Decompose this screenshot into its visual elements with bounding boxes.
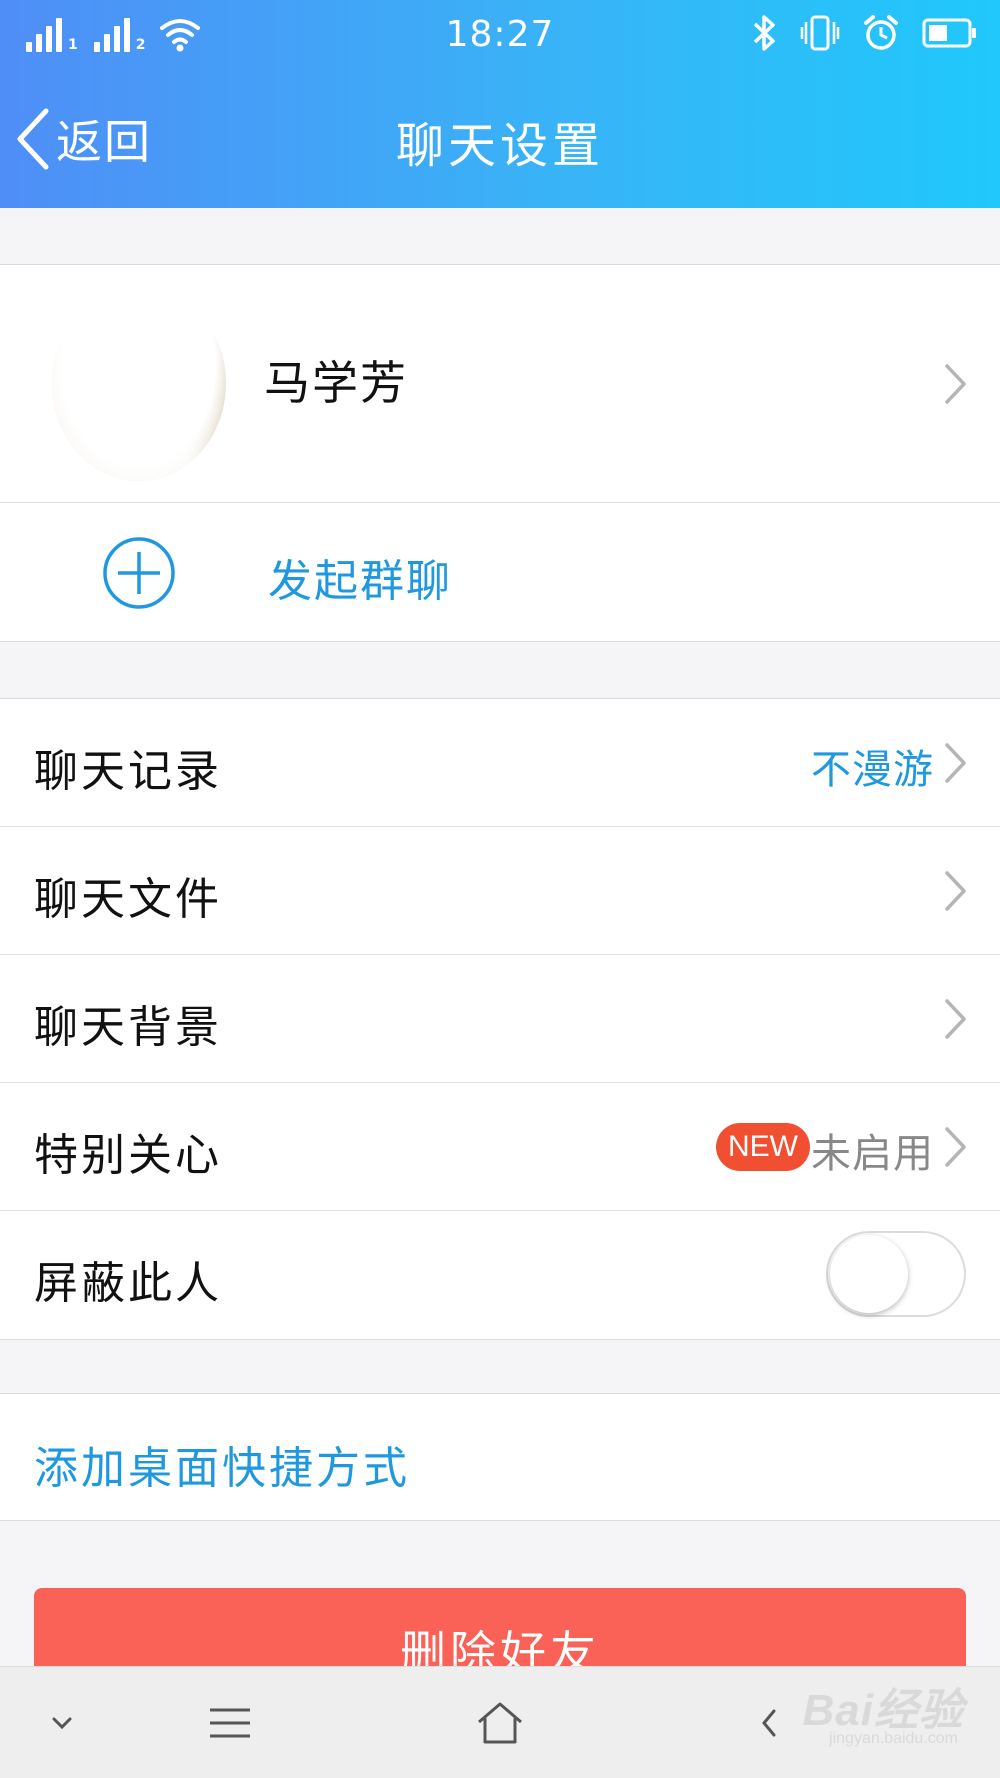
status-right: [752, 14, 978, 52]
watermark-main: Bai经验: [802, 1686, 964, 1735]
chat-files-row[interactable]: 聊天文件: [0, 827, 1000, 955]
start-group-chat-label: 发起群聊: [268, 556, 452, 607]
vibrate-icon: [800, 15, 840, 51]
chevron-right-icon: [945, 870, 966, 911]
chat-background-label: 聊天背景: [34, 1002, 222, 1053]
chat-history-value: 不漫游: [811, 747, 934, 793]
chevron-right-icon: [945, 998, 966, 1039]
baidu-jingyan-watermark: Bai经验 jingyan.baidu.com: [744, 1672, 964, 1762]
chevron-down-icon: [52, 1717, 72, 1730]
chevron-right-icon: [945, 363, 966, 404]
home-icon: [478, 1702, 522, 1744]
settings-section: 聊天记录 不漫游 聊天文件 聊天背景 特别关心 NEW 未启用 屏蔽此人: [0, 698, 1000, 1340]
profile-name: 马学芳: [264, 356, 408, 410]
special-care-row[interactable]: 特别关心 NEW 未启用: [0, 1083, 1000, 1211]
special-care-label: 特别关心: [34, 1130, 222, 1181]
toggle-knob: [830, 1235, 908, 1313]
start-group-chat-row[interactable]: 发起群聊: [0, 503, 1000, 641]
block-person-row: 屏蔽此人: [0, 1211, 1000, 1339]
chat-files-label: 聊天文件: [34, 874, 222, 925]
add-shortcut-label: 添加桌面快捷方式: [34, 1443, 410, 1494]
profile-row[interactable]: 马学芳: [0, 265, 1000, 503]
menu-icon: [210, 1708, 250, 1738]
menu-button[interactable]: [190, 1667, 270, 1778]
page-title: 聊天设置: [395, 118, 604, 174]
header: 1 2 18:27 返回 聊天设置: [0, 0, 1000, 208]
new-badge: NEW: [716, 1123, 810, 1171]
block-person-toggle[interactable]: [826, 1231, 966, 1317]
avatar: [52, 285, 226, 481]
special-care-value: 未启用: [811, 1131, 934, 1177]
add-circle-icon: [103, 537, 175, 609]
block-person-label: 屏蔽此人: [34, 1258, 222, 1309]
home-button[interactable]: [460, 1667, 540, 1778]
bluetooth-icon: [753, 15, 775, 51]
chat-history-row[interactable]: 聊天记录 不漫游: [0, 699, 1000, 827]
status-bar: 1 2 18:27: [0, 0, 1000, 72]
collapse-button[interactable]: [30, 1667, 94, 1778]
chevron-right-icon: [945, 742, 966, 783]
chat-history-label: 聊天记录: [34, 746, 222, 797]
profile-section: 马学芳 发起群聊: [0, 264, 1000, 642]
chevron-right-icon: [945, 1126, 966, 1167]
shortcut-section: 添加桌面快捷方式: [0, 1393, 1000, 1521]
add-shortcut-row[interactable]: 添加桌面快捷方式: [0, 1394, 1000, 1520]
watermark-sub: jingyan.baidu.com: [829, 1730, 958, 1747]
alarm-icon: [864, 15, 898, 50]
battery-icon: [922, 18, 976, 48]
chat-background-row[interactable]: 聊天背景: [0, 955, 1000, 1083]
